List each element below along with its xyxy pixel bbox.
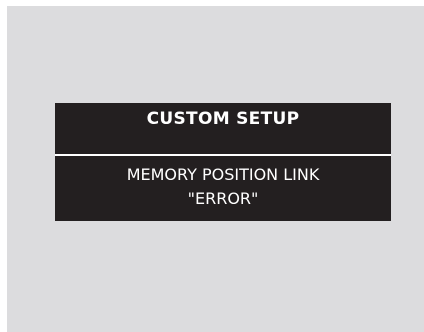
display-background: CUSTOM SETUP MEMORY POSITION LINK "ERROR… xyxy=(7,6,424,332)
panel-title: CUSTOM SETUP xyxy=(146,109,300,129)
message-line-2-error: "ERROR" xyxy=(187,189,259,208)
header-divider xyxy=(55,154,391,156)
custom-setup-message-panel: CUSTOM SETUP MEMORY POSITION LINK "ERROR… xyxy=(55,103,391,221)
panel-message-body: MEMORY POSITION LINK "ERROR" xyxy=(55,159,391,221)
message-line-1: MEMORY POSITION LINK xyxy=(126,165,320,184)
panel-header: CUSTOM SETUP xyxy=(55,103,391,152)
